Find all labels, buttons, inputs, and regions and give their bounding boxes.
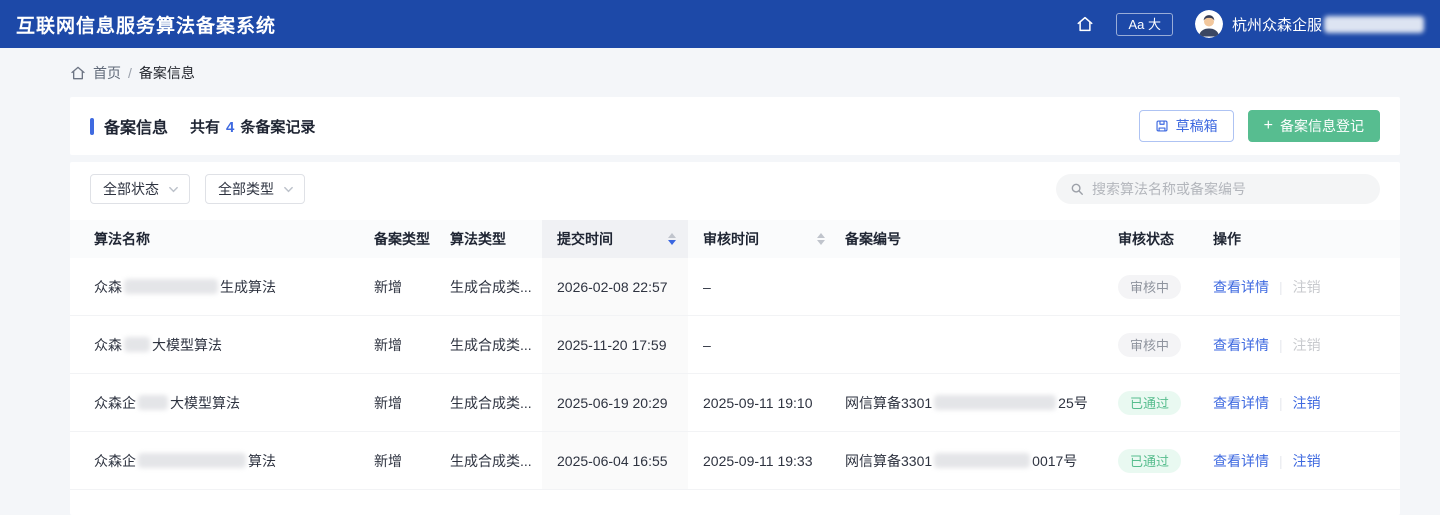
draft-icon (1155, 119, 1169, 133)
breadcrumb: 首页 / 备案信息 (0, 48, 1440, 97)
submit-time: 2025-11-20 17:59 (542, 316, 688, 373)
search-box[interactable] (1056, 174, 1380, 204)
redaction-blur (138, 395, 168, 410)
status-filter-select[interactable]: 全部状态 (90, 174, 190, 204)
draft-box-button[interactable]: 草稿箱 (1139, 110, 1234, 142)
col-algo-type: 算法类型 (450, 220, 542, 258)
submit-time: 2026-02-08 22:57 (542, 258, 688, 315)
col-submit-time: 提交时间 (542, 220, 688, 258)
app-title: 互联网信息服务算法备案系统 (16, 11, 276, 38)
col-actions: 操作 (1213, 220, 1400, 258)
algorithm-name: 众森大模型算法 (70, 316, 374, 373)
col-name: 算法名称 (70, 220, 374, 258)
breadcrumb-home-icon (70, 65, 86, 81)
table-row: 众森企大模型算法 新增 生成合成类... 2025-06-19 20:29 20… (70, 374, 1400, 432)
chevron-down-icon (168, 184, 179, 195)
title-card: 备案信息 共有4条备案记录 草稿箱 + 备案信息登记 (70, 97, 1400, 155)
redaction-blur (934, 395, 1056, 410)
filing-type: 新增 (374, 258, 450, 315)
row-actions: 查看详情|注销 (1213, 374, 1400, 431)
font-size-toggle[interactable]: Aa 大 (1116, 13, 1173, 36)
view-details-link[interactable]: 查看详情 (1213, 393, 1269, 413)
status-badge: 已通过 (1118, 449, 1181, 473)
search-input[interactable] (1092, 181, 1366, 197)
cancel-link: 注销 (1293, 277, 1321, 297)
review-time: – (688, 316, 845, 373)
app-header: 互联网信息服务算法备案系统 Aa 大 杭州众森企服 (0, 0, 1440, 48)
algo-type: 生成合成类... (450, 432, 542, 489)
status-badge-cell: 已通过 (1118, 374, 1213, 431)
review-time: 2025-09-11 19:33 (688, 432, 845, 489)
breadcrumb-home[interactable]: 首页 (93, 63, 121, 83)
breadcrumb-current: 备案信息 (139, 63, 195, 83)
status-badge-cell: 审核中 (1118, 258, 1213, 315)
algorithm-name: 众森企算法 (70, 432, 374, 489)
col-filing-no: 备案编号 (845, 220, 1118, 258)
col-status: 审核状态 (1118, 220, 1213, 258)
record-count-number: 4 (226, 119, 234, 136)
user-avatar (1195, 10, 1223, 38)
redaction-blur (124, 337, 150, 352)
submit-time: 2025-06-19 20:29 (542, 374, 688, 431)
submit-time: 2025-06-04 16:55 (542, 432, 688, 489)
status-badge: 审核中 (1118, 333, 1181, 357)
redaction-blur (934, 453, 1030, 468)
redaction-blur (1324, 16, 1424, 33)
cancel-link: 注销 (1293, 335, 1321, 355)
type-filter-select[interactable]: 全部类型 (205, 174, 305, 204)
record-count: 共有4条备案记录 (190, 116, 315, 137)
filing-number: 网信算备330125号 (845, 374, 1118, 431)
redaction-blur (124, 279, 218, 294)
list-card: 全部状态 全部类型 算法名称 备案类型 算法类型 提交时间 审核时间 备案编号 (70, 162, 1400, 515)
breadcrumb-separator: / (128, 65, 132, 81)
sort-control-review-time[interactable] (817, 233, 825, 245)
chevron-down-icon (283, 184, 294, 195)
row-actions: 查看详情|注销 (1213, 432, 1400, 489)
cancel-link[interactable]: 注销 (1293, 451, 1321, 471)
home-icon[interactable] (1076, 15, 1094, 33)
register-filing-button[interactable]: + 备案信息登记 (1248, 110, 1380, 142)
sort-control-submit-time[interactable] (668, 233, 676, 245)
view-details-link[interactable]: 查看详情 (1213, 277, 1269, 297)
algo-type: 生成合成类... (450, 258, 542, 315)
status-badge-cell: 已通过 (1118, 432, 1213, 489)
title-accent-bar (90, 118, 94, 135)
table-row: 众森企算法 新增 生成合成类... 2025-06-04 16:55 2025-… (70, 432, 1400, 490)
row-actions: 查看详情|注销 (1213, 316, 1400, 373)
view-details-link[interactable]: 查看详情 (1213, 335, 1269, 355)
filing-table: 算法名称 备案类型 算法类型 提交时间 审核时间 备案编号 审核状态 操作 众森… (70, 220, 1400, 490)
review-time: 2025-09-11 19:10 (688, 374, 845, 431)
filing-number (845, 316, 1118, 373)
cancel-link[interactable]: 注销 (1293, 393, 1321, 413)
redaction-blur (138, 453, 246, 468)
filing-type: 新增 (374, 316, 450, 373)
algo-type: 生成合成类... (450, 374, 542, 431)
status-badge-cell: 审核中 (1118, 316, 1213, 373)
status-badge: 审核中 (1118, 275, 1181, 299)
col-filing-type: 备案类型 (374, 220, 450, 258)
plus-icon: + (1264, 118, 1273, 134)
algo-type: 生成合成类... (450, 316, 542, 373)
filing-type: 新增 (374, 374, 450, 431)
row-actions: 查看详情|注销 (1213, 258, 1400, 315)
status-badge: 已通过 (1118, 391, 1181, 415)
filing-number: 网信算备33010017号 (845, 432, 1118, 489)
user-name: 杭州众森企服 (1232, 14, 1424, 35)
filing-number (845, 258, 1118, 315)
search-icon (1070, 182, 1084, 196)
filing-type: 新增 (374, 432, 450, 489)
algorithm-name: 众森企大模型算法 (70, 374, 374, 431)
table-row: 众森大模型算法 新增 生成合成类... 2025-11-20 17:59 – 审… (70, 316, 1400, 374)
view-details-link[interactable]: 查看详情 (1213, 451, 1269, 471)
table-header-row: 算法名称 备案类型 算法类型 提交时间 审核时间 备案编号 审核状态 操作 (70, 220, 1400, 258)
user-menu[interactable]: 杭州众森企服 (1195, 10, 1424, 38)
table-row: 众森生成算法 新增 生成合成类... 2026-02-08 22:57 – 审核… (70, 258, 1400, 316)
col-review-time: 审核时间 (688, 220, 845, 258)
algorithm-name: 众森生成算法 (70, 258, 374, 315)
review-time: – (688, 258, 845, 315)
page-title: 备案信息 (104, 114, 168, 138)
